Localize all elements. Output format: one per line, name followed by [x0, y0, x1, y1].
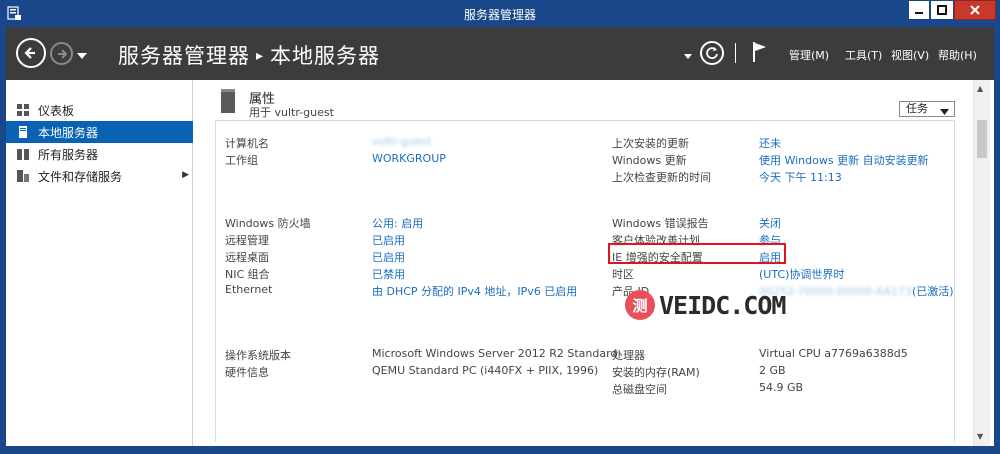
window-title: 服务器管理器	[463, 8, 536, 22]
breadcrumb: 服务器管理器 ▸ 本地服务器	[118, 40, 380, 70]
computer-name-label: 计算机名	[225, 137, 269, 150]
properties-panel: 计算机名 vultr-guest 工作组 WORKGROUP 上次安装的更新 还…	[215, 120, 955, 442]
firewall-label: Windows 防火墙	[225, 217, 311, 230]
maximize-button[interactable]	[930, 0, 954, 20]
menu-tools[interactable]: 工具(T)	[845, 47, 882, 63]
sidebar-item-all-servers[interactable]: 所有服务器	[6, 143, 193, 165]
firewall-link[interactable]: 公用: 启用	[372, 215, 423, 231]
sidebar-item-file-storage[interactable]: 文件和存储服务 ▶	[6, 165, 193, 187]
vertical-scrollbar[interactable]: ▲ ▼	[973, 80, 990, 446]
maximize-icon	[937, 5, 947, 15]
disk-space-value: 54.9 GB	[759, 381, 804, 394]
menu-manage[interactable]: 管理(M)	[789, 47, 829, 63]
hardware-info-value: QEMU Standard PC (i440FX + PIIX, 1996)	[372, 364, 599, 377]
sidebar-item-label: 文件和存储服务	[38, 169, 123, 184]
refresh-icon	[706, 47, 718, 59]
remote-desktop-label: 远程桌面	[225, 251, 269, 264]
hardware-info-label: 硬件信息	[225, 366, 269, 379]
last-updates-link[interactable]: 还未	[759, 135, 781, 151]
processor-value: Virtual CPU a7769a6388d5	[759, 347, 908, 360]
tasks-dropdown-button[interactable]: 任务	[899, 101, 955, 117]
tasks-label: 任务	[906, 102, 928, 115]
menu-help[interactable]: 帮助(H)	[938, 47, 977, 63]
processor-label: 处理器	[612, 349, 645, 362]
local-server-icon	[16, 125, 30, 139]
activation-status[interactable]: (已激活)	[912, 285, 954, 298]
scroll-up-icon[interactable]: ▲	[977, 84, 983, 93]
server-icon	[221, 89, 235, 113]
scroll-down-icon[interactable]: ▼	[977, 432, 983, 441]
notifications-flag-button[interactable]	[752, 41, 768, 66]
error-reporting-link[interactable]: 关闭	[759, 215, 781, 231]
dashboard-icon	[16, 103, 30, 117]
forward-button[interactable]	[50, 42, 73, 65]
timezone-link[interactable]: (UTC)协调世界时	[759, 266, 844, 282]
properties-content: 属性 用于 vultr-guest 任务 计算机名 vultr-guest 工作…	[193, 80, 994, 446]
breadcrumb-separator: ▸	[256, 48, 265, 64]
flag-icon	[753, 42, 766, 62]
menu-view[interactable]: 视图(V)	[891, 47, 929, 63]
sidebar-item-label: 仪表板	[38, 103, 75, 118]
title-bar: 服务器管理器	[0, 0, 1000, 27]
nic-teaming-label: NIC 组合	[225, 268, 270, 281]
history-dropdown-button[interactable]	[77, 49, 87, 62]
windows-update-link[interactable]: 使用 Windows 更新 自动安装更新	[759, 152, 929, 168]
last-updates-label: 上次安装的更新	[612, 137, 689, 150]
sidebar-item-label: 本地服务器	[38, 125, 99, 140]
error-reporting-label: Windows 错误报告	[612, 217, 709, 230]
nic-teaming-link[interactable]: 已禁用	[372, 266, 405, 282]
sidebar-item-dashboard[interactable]: 仪表板	[6, 99, 193, 121]
refresh-button[interactable]	[700, 41, 724, 65]
product-id-value: 00252-70000-00000-AA173(已激活)	[759, 283, 954, 299]
workgroup-link[interactable]: WORKGROUP	[372, 152, 446, 165]
chevron-down-icon	[940, 105, 949, 119]
windows-update-label: Windows 更新	[612, 154, 687, 167]
all-servers-icon	[16, 147, 30, 161]
remote-management-link[interactable]: 已启用	[372, 232, 405, 248]
memory-label: 安装的内存(RAM)	[612, 366, 700, 379]
computer-name-link[interactable]: vultr-guest	[372, 135, 431, 148]
last-check-link[interactable]: 今天 下午 11:13	[759, 169, 842, 185]
close-button[interactable]	[954, 0, 996, 20]
disk-space-label: 总磁盘空间	[612, 383, 667, 396]
header-bar: 服务器管理器 ▸ 本地服务器 管理(M) 工具(T) 视图(V) 帮助(H)	[6, 27, 994, 80]
os-version-value: Microsoft Windows Server 2012 R2 Standar…	[372, 347, 618, 360]
scroll-thumb[interactable]	[977, 120, 987, 158]
minimize-button[interactable]	[908, 0, 930, 20]
chevron-right-icon[interactable]: ▶	[182, 170, 189, 180]
breadcrumb-root[interactable]: 服务器管理器	[118, 44, 250, 68]
timezone-label: 时区	[612, 268, 634, 281]
close-icon	[970, 5, 980, 15]
arrow-right-icon	[57, 48, 67, 59]
properties-subtitle: 用于 vultr-guest	[249, 106, 334, 119]
watermark: 测 VEIDC.COM	[625, 290, 786, 320]
remote-management-label: 远程管理	[225, 234, 269, 247]
header-dropdown-button[interactable]	[684, 49, 692, 62]
ethernet-label: Ethernet	[225, 283, 273, 296]
os-version-label: 操作系统版本	[225, 349, 291, 362]
storage-icon	[16, 169, 30, 183]
ethernet-link[interactable]: 由 DHCP 分配的 IPv4 地址，IPv6 已启用	[372, 283, 577, 299]
minimize-icon	[915, 12, 923, 14]
server-manager-window: 服务器管理器 服务器管理器 ▸ 本地服务器 管理(M) 工具(T) 视图(V) …	[0, 0, 1000, 454]
highlight-box	[608, 243, 786, 264]
workgroup-label: 工作组	[225, 154, 258, 167]
watermark-badge: 测	[625, 290, 655, 320]
sidebar-item-label: 所有服务器	[38, 147, 99, 162]
chevron-down-icon	[684, 54, 692, 59]
remote-desktop-link[interactable]: 已启用	[372, 249, 405, 265]
watermark-text: VEIDC.COM	[659, 290, 786, 320]
breadcrumb-current: 本地服务器	[270, 44, 381, 68]
arrow-left-icon	[24, 47, 35, 59]
header-separator	[735, 43, 736, 63]
sidebar-item-local-server[interactable]: 本地服务器	[6, 121, 193, 143]
memory-value: 2 GB	[759, 364, 786, 377]
sidebar: 仪表板 本地服务器 所有服务器 文件和存储服务 ▶	[6, 80, 193, 446]
back-button[interactable]	[16, 38, 46, 68]
chevron-down-icon	[77, 53, 87, 59]
last-check-label: 上次检查更新的时间	[612, 171, 711, 184]
